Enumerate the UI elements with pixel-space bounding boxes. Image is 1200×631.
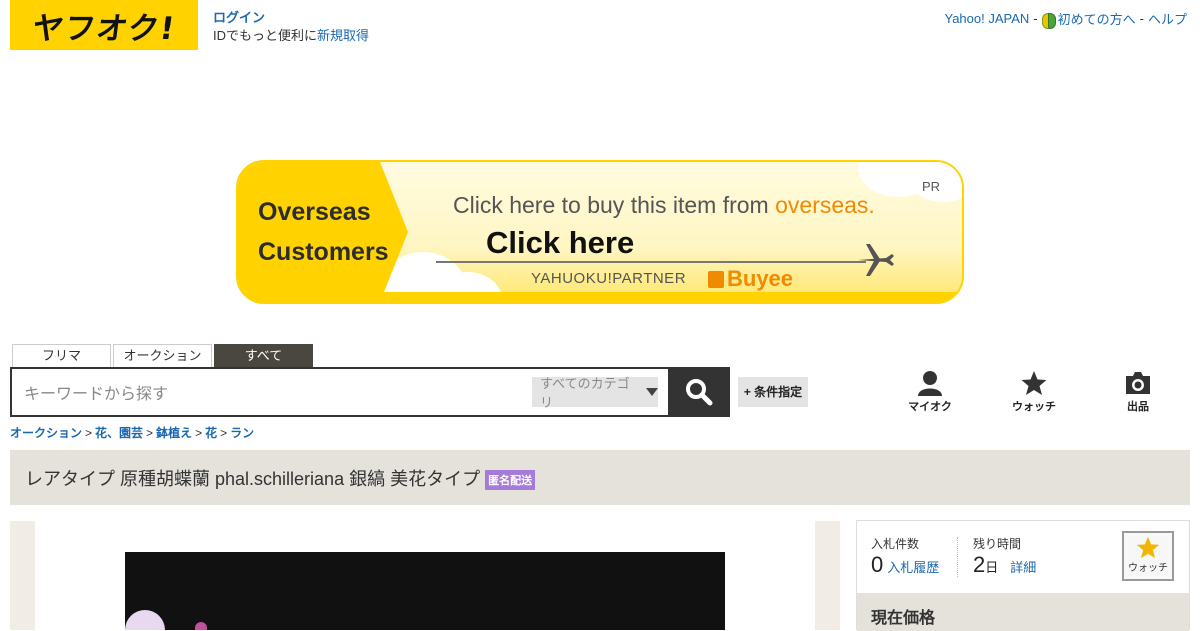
- tab-all[interactable]: すべて: [214, 344, 313, 367]
- breadcrumb-separator: >: [146, 426, 154, 440]
- bid-count-stat: 入札件数 0 入札履歴: [871, 535, 939, 578]
- time-left-value: 2: [973, 552, 986, 577]
- tab-furima[interactable]: フリマ: [12, 344, 111, 367]
- search-icon: [686, 379, 713, 406]
- beginner-link[interactable]: 初めての方へ: [1041, 9, 1136, 30]
- breadcrumb: オークション > 花、園芸 > 鉢植え > 花 > ラン: [10, 424, 254, 441]
- id-promo-text: IDでもっと便利に: [213, 28, 318, 43]
- star-icon: [1021, 371, 1047, 395]
- bid-info-panel: 入札件数 0 入札履歴 残り時間 2日 詳細 ウォッチ 現在価格: [856, 520, 1190, 631]
- breadcrumb-separator: >: [220, 426, 228, 440]
- beginner-leaf-icon: [1041, 13, 1056, 30]
- customers-text: Customers: [258, 238, 389, 266]
- top-nav: Yahoo! JAPAN - 初めての方へ - ヘルプ: [944, 9, 1187, 30]
- item-title: レアタイプ 原種胡蝶蘭 phal.schilleriana 銀縞 美花タイプ 匿名…: [25, 465, 536, 491]
- condition-button[interactable]: + 条件指定: [738, 377, 808, 407]
- flight-trail: [436, 261, 866, 263]
- headline-accent: overseas.: [775, 192, 875, 218]
- breadcrumb-item[interactable]: ラン: [230, 426, 254, 440]
- image-right-edge: [815, 521, 840, 630]
- person-icon: [918, 371, 942, 396]
- image-left-edge: [10, 521, 35, 630]
- orchid-petal: [195, 622, 207, 630]
- banner-headline: Click here to buy this item from oversea…: [453, 192, 875, 219]
- orchid-petal: [125, 610, 165, 630]
- breadcrumb-item[interactable]: 花、園芸: [95, 426, 143, 440]
- time-left-unit: 日: [985, 560, 999, 575]
- buyee-brand: Buyee: [708, 266, 793, 292]
- bid-count-value: 0: [871, 552, 884, 577]
- category-label: すべてのカテゴリ: [540, 376, 630, 410]
- breadcrumb-separator: >: [195, 426, 203, 440]
- sell-button[interactable]: 出品: [1108, 370, 1168, 414]
- nav-separator: -: [1139, 11, 1144, 27]
- overseas-customers-label: Overseas Customers: [238, 162, 408, 302]
- bid-count-label: 入札件数: [871, 537, 920, 551]
- breadcrumb-item[interactable]: 花: [205, 426, 217, 440]
- bid-history-link[interactable]: 入札履歴: [887, 560, 939, 575]
- login-box: ログイン IDでもっと便利に新規取得: [213, 9, 369, 45]
- headline-prefix: Click here to buy this item from: [453, 192, 776, 218]
- category-select[interactable]: すべてのカテゴリ: [532, 376, 658, 410]
- register-link[interactable]: 新規取得: [317, 28, 369, 43]
- breadcrumb-separator: >: [85, 426, 93, 440]
- search-button[interactable]: [668, 367, 730, 417]
- myauction-button[interactable]: マイオク: [900, 370, 960, 414]
- breadcrumb-item[interactable]: オークション: [10, 426, 82, 440]
- watch-button[interactable]: ウォッチ: [1122, 531, 1174, 581]
- pr-label: PR: [921, 179, 940, 194]
- watch-list-button[interactable]: ウォッチ: [1004, 370, 1064, 414]
- click-here-text: Click here: [486, 225, 635, 260]
- partner-text: YAHUOKU!PARTNER: [531, 270, 687, 287]
- star-icon: [1136, 536, 1160, 559]
- anonymous-shipping-badge: 匿名配送: [485, 469, 536, 490]
- myauction-label: マイオク: [908, 401, 952, 413]
- breadcrumb-item[interactable]: 鉢植え: [156, 426, 192, 440]
- dropdown-triangle-icon: [646, 388, 658, 396]
- time-detail-link[interactable]: 詳細: [1010, 560, 1036, 575]
- time-left-stat: 残り時間 2日 詳細: [973, 535, 1036, 578]
- sell-label: 出品: [1127, 401, 1149, 413]
- beginner-label: 初めての方へ: [1057, 12, 1136, 27]
- buyee-label: Buyee: [727, 266, 794, 291]
- item-image-area: [10, 521, 840, 630]
- camera-icon: [1126, 372, 1150, 394]
- buyee-bag-icon: [708, 271, 724, 288]
- search-input[interactable]: キーワードから探す: [12, 380, 532, 404]
- buyee-banner[interactable]: Overseas Customers Click here to buy thi…: [236, 160, 964, 304]
- help-link[interactable]: ヘルプ: [1148, 9, 1187, 28]
- yahoo-japan-link[interactable]: Yahoo! JAPAN: [944, 11, 1029, 26]
- time-left-label: 残り時間: [973, 537, 1022, 551]
- search-tabs: フリマ オークション すべて: [12, 344, 313, 367]
- item-title-bar: レアタイプ 原種胡蝶蘭 phal.schilleriana 銀縞 美花タイプ 匿名…: [10, 450, 1190, 505]
- tab-auction[interactable]: オークション: [113, 344, 212, 367]
- nav-separator: -: [1033, 11, 1038, 27]
- stat-divider: [957, 537, 958, 577]
- current-price-header: 現在価格: [857, 593, 1189, 631]
- airplane-icon: [858, 244, 894, 276]
- logo-text: ヤフオク!: [29, 10, 178, 47]
- watch-button-label: ウォッチ: [1128, 563, 1168, 574]
- item-photo[interactable]: [125, 552, 725, 630]
- overseas-text: Overseas: [258, 198, 371, 226]
- yahuoku-logo[interactable]: ヤフオク!: [10, 0, 198, 50]
- watch-label: ウォッチ: [1012, 401, 1056, 413]
- login-link[interactable]: ログイン: [213, 9, 369, 27]
- search-box: キーワードから探す すべてのカテゴリ: [10, 367, 730, 417]
- item-title-text: レアタイプ 原種胡蝶蘭 phal.schilleriana 銀縞 美花タイプ: [25, 468, 481, 489]
